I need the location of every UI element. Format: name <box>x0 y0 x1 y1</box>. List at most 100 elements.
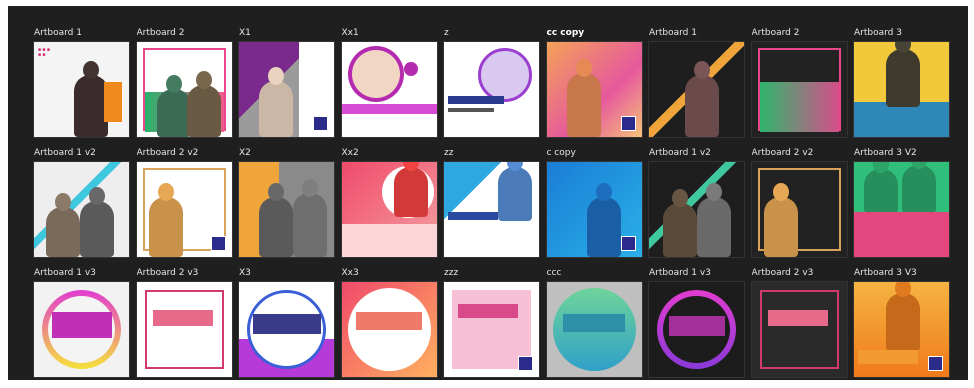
accent-shape <box>355 312 422 330</box>
artboard-label[interactable]: Artboard 2 v2 <box>752 146 847 162</box>
artboard-tile[interactable]: Artboard 1 v3 <box>649 266 744 384</box>
person-graphic <box>46 207 80 257</box>
artboard-tile[interactable]: Artboard 2 v2 <box>136 146 232 264</box>
person-graphic <box>586 197 621 257</box>
artboard-tile[interactable]: X1 <box>239 26 334 144</box>
person-graphic <box>685 75 719 137</box>
artboard-thumbnail[interactable] <box>649 162 744 257</box>
artboard-thumbnail[interactable] <box>854 42 949 137</box>
artboard-thumbnail[interactable] <box>649 282 744 377</box>
artboard-thumbnail[interactable] <box>239 162 334 257</box>
artboard-label[interactable]: X2 <box>239 146 334 162</box>
artboard-label[interactable]: X3 <box>239 266 334 282</box>
artboard-thumbnail[interactable] <box>751 282 847 377</box>
artboard-tile[interactable]: Artboard 2 v3 <box>751 266 847 384</box>
artboard-tile[interactable]: c copy <box>546 146 642 264</box>
artboard-tile[interactable]: Artboard 3 V3 <box>854 266 949 384</box>
artboard-label[interactable]: Xx2 <box>342 146 437 162</box>
person-graphic <box>156 89 191 137</box>
artboard-label[interactable]: c copy <box>547 146 642 162</box>
artboard-label[interactable]: Artboard 3 V2 <box>854 146 949 162</box>
artboard-tile[interactable]: Artboard 1 <box>649 26 744 144</box>
logo-graphic <box>210 236 226 251</box>
artboard-label[interactable]: Artboard 1 <box>34 26 129 42</box>
artboard-thumbnail[interactable] <box>34 162 129 257</box>
artboard-thumbnail[interactable] <box>136 282 232 377</box>
artboard-thumbnail[interactable] <box>239 42 334 137</box>
artboard-thumbnail[interactable]: ■ ■ ■ ■ ■ <box>34 42 129 137</box>
artboard-thumbnail[interactable] <box>546 282 642 377</box>
artboard-label[interactable]: Artboard 1 <box>649 26 744 42</box>
artboard-tile[interactable]: ccc <box>546 266 642 384</box>
artboard-tile[interactable]: Xx1 <box>341 26 437 144</box>
artboard-thumbnail[interactable] <box>649 42 744 137</box>
artboard-thumbnail[interactable] <box>341 42 437 137</box>
person-graphic <box>80 201 114 257</box>
artboard-label[interactable]: Artboard 2 <box>137 26 232 42</box>
artboard-tile[interactable]: zz <box>444 146 539 264</box>
artboard-thumbnail[interactable] <box>444 282 539 377</box>
person-graphic <box>186 85 221 137</box>
person-graphic <box>886 49 920 107</box>
artboard-label[interactable]: Xx3 <box>342 266 437 282</box>
artboard-thumbnail[interactable] <box>546 42 642 137</box>
artboard-tile[interactable]: Artboard 1 v2 <box>649 146 744 264</box>
accent-shape <box>759 82 839 132</box>
artboard-thumbnail[interactable] <box>34 282 129 377</box>
artboard-label[interactable]: ccc <box>547 266 642 282</box>
artboard-tile[interactable]: z <box>444 26 539 144</box>
logo-graphic <box>928 356 943 371</box>
artboard-label[interactable]: Artboard 3 <box>854 26 949 42</box>
artboard-tile[interactable]: cc copy <box>546 26 642 144</box>
artboard-thumbnail[interactable] <box>546 162 642 257</box>
artboard-thumbnail[interactable] <box>136 42 232 137</box>
artboard-tile[interactable]: Artboard 1 ■ ■ ■ ■ ■ <box>34 26 129 144</box>
artboard-tile[interactable]: X2 <box>239 146 334 264</box>
accent-shape <box>341 224 437 257</box>
artboard-label[interactable]: X1 <box>239 26 334 42</box>
artboard-thumbnail[interactable] <box>444 42 539 137</box>
artboard-thumbnail[interactable] <box>136 162 232 257</box>
artboard-label[interactable]: Artboard 1 v2 <box>649 146 744 162</box>
artboard-label[interactable]: Xx1 <box>342 26 437 42</box>
artboard-tile[interactable]: Artboard 2 <box>136 26 232 144</box>
person-graphic <box>697 197 731 257</box>
artboard-thumbnail[interactable] <box>444 162 539 257</box>
artboard-label[interactable]: Artboard 2 v3 <box>752 266 847 282</box>
artboard-tile[interactable]: zzz <box>444 266 539 384</box>
artboard-tile[interactable]: X3 <box>239 266 334 384</box>
accent-shape <box>52 312 112 338</box>
artboard-thumbnail[interactable] <box>854 282 949 377</box>
artboard-label[interactable]: cc copy <box>547 26 642 42</box>
artboard-label[interactable]: Artboard 1 v3 <box>34 266 129 282</box>
artboard-label[interactable]: Artboard 3 V3 <box>854 266 949 282</box>
artboard-canvas: Artboard 1 ■ ■ ■ ■ ■ Artboard 2 X1 Xx1 z… <box>8 6 968 380</box>
artboard-tile[interactable]: Artboard 2 v2 <box>751 146 847 264</box>
artboard-label[interactable]: zz <box>444 146 539 162</box>
artboard-tile[interactable]: Artboard 1 v3 <box>34 266 129 384</box>
accent-shape <box>152 310 213 326</box>
artboard-tile[interactable]: Artboard 3 V2 <box>854 146 949 264</box>
artboard-label[interactable]: z <box>444 26 539 42</box>
accent-shape <box>562 314 625 332</box>
logo-graphic <box>620 116 636 131</box>
artboard-label[interactable]: Artboard 1 v2 <box>34 146 129 162</box>
artboard-thumbnail[interactable] <box>341 162 437 257</box>
artboard-thumbnail[interactable] <box>751 162 847 257</box>
artboard-tile[interactable]: Artboard 1 v2 <box>34 146 129 264</box>
artboard-tile[interactable]: Xx2 <box>341 146 437 264</box>
artboard-label[interactable]: Artboard 2 v3 <box>137 266 232 282</box>
artboard-label[interactable]: Artboard 2 <box>752 26 847 42</box>
artboard-thumbnail[interactable] <box>239 282 334 377</box>
artboard-tile[interactable]: Artboard 3 <box>854 26 949 144</box>
artboard-tile[interactable]: Artboard 2 v3 <box>136 266 232 384</box>
artboard-label[interactable]: Artboard 2 v2 <box>137 146 232 162</box>
artboard-label[interactable]: zzz <box>444 266 539 282</box>
artboard-label[interactable]: Artboard 1 v3 <box>649 266 744 282</box>
artboard-tile[interactable]: Artboard 2 <box>751 26 847 144</box>
artboard-tile[interactable]: Xx3 <box>341 266 437 384</box>
artboard-thumbnail[interactable] <box>341 282 437 377</box>
artboard-thumbnail[interactable] <box>854 162 949 257</box>
artboard-thumbnail[interactable] <box>751 42 847 137</box>
logo-graphic <box>620 236 636 251</box>
